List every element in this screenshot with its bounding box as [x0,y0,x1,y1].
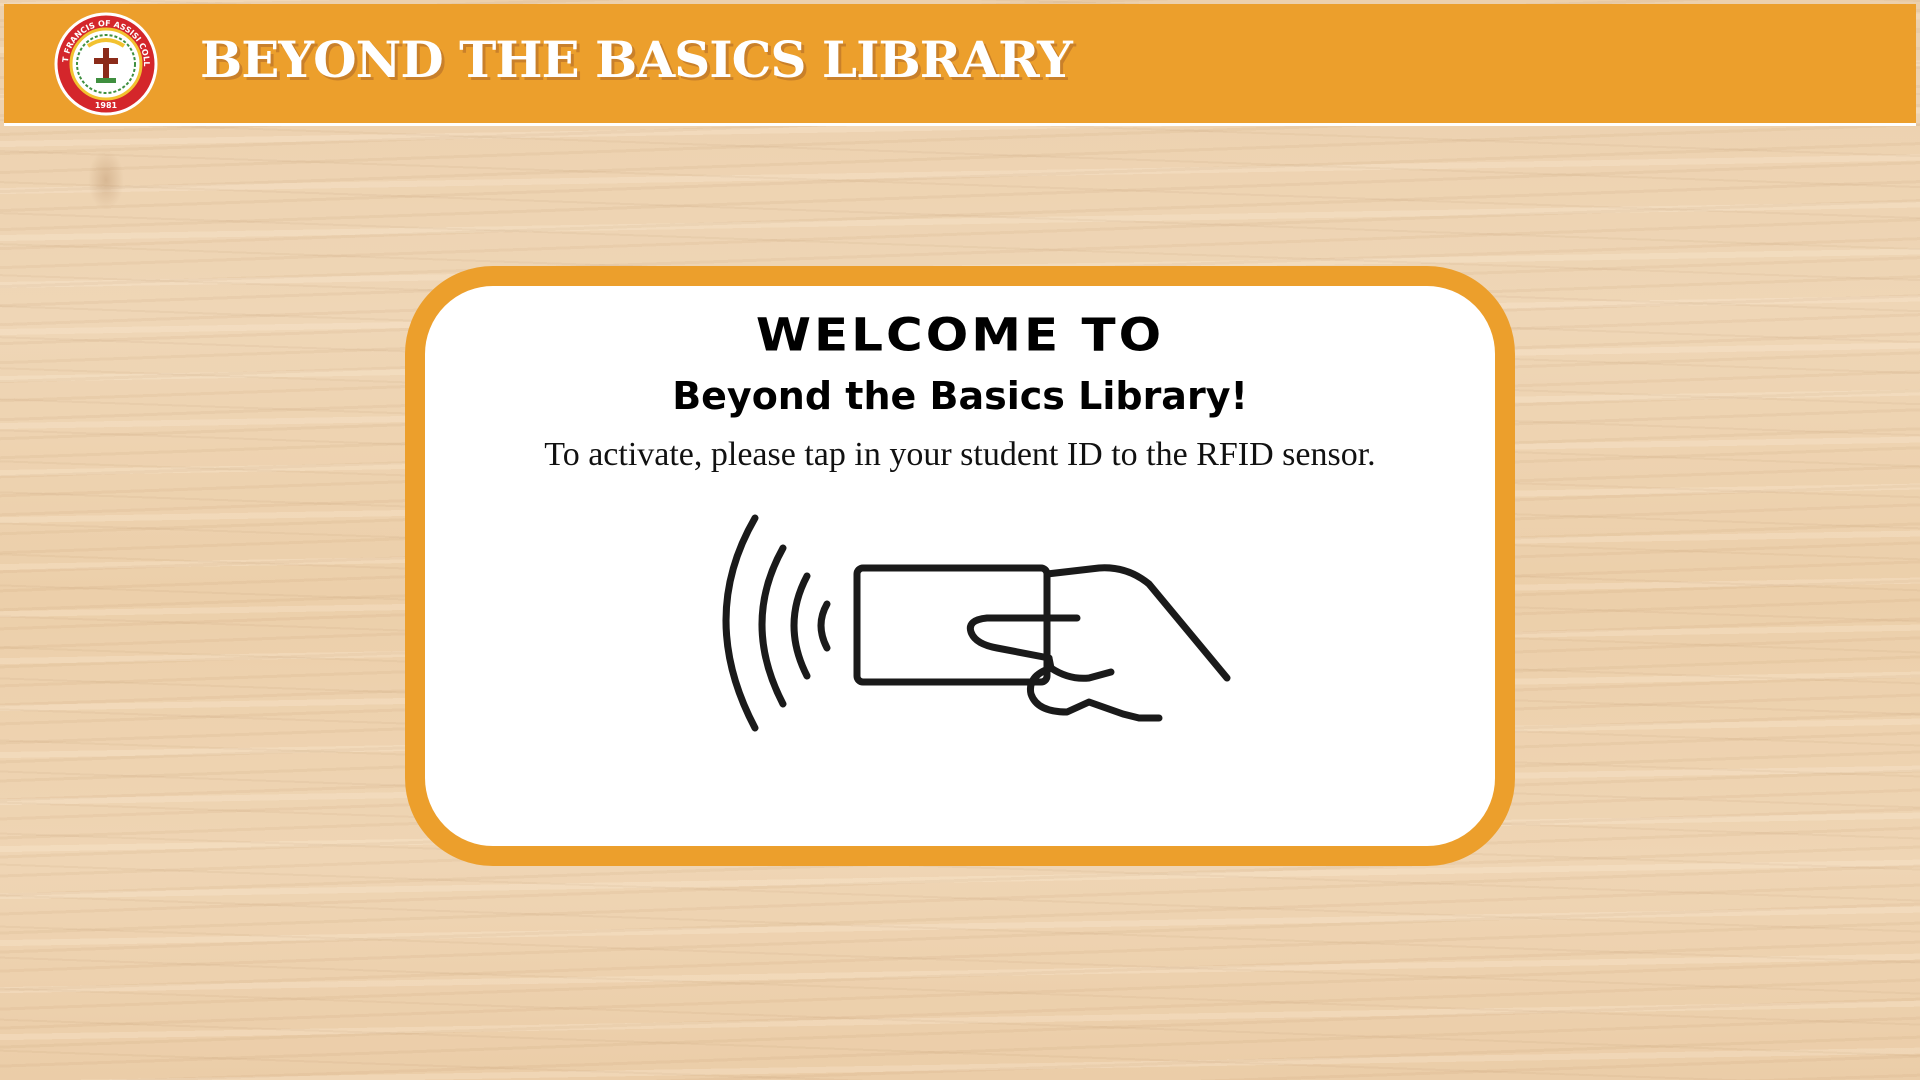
tap-instruction: To activate, please tap in your student … [544,436,1376,473]
hand-shape [1043,564,1231,682]
signal-wave-2 [758,544,787,708]
welcome-card: WELCOME TO Beyond the Basics Library! To… [405,266,1515,866]
wood-knot [88,150,124,210]
app-header: SAINT FRANCIS OF ASSISI COLLEGE 1981 BEY… [4,4,1916,126]
college-seal-logo: SAINT FRANCIS OF ASSISI COLLEGE 1981 [54,12,158,116]
welcome-heading: WELCOME TO [755,308,1165,362]
id-card-shape [853,564,1051,686]
rfid-tap-card-icon [722,514,1231,732]
seal-year: 1981 [95,101,118,110]
signal-wave-3 [790,572,811,680]
app-title: BEYOND THE BASICS LIBRARY [200,30,1073,89]
welcome-subheading: Beyond the Basics Library! [672,374,1248,418]
signal-wave-inner [817,600,831,652]
signal-wave-outer [722,514,759,732]
